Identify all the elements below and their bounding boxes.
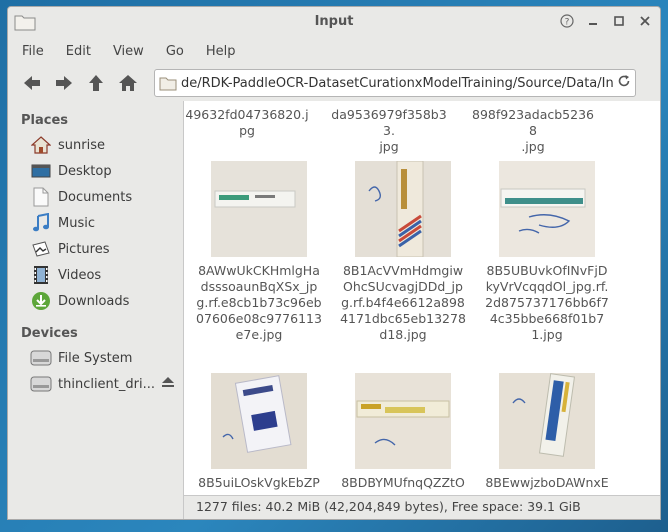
- image-thumbnail: [355, 161, 451, 257]
- up-button[interactable]: [82, 69, 110, 97]
- desktop-icon: [30, 160, 52, 182]
- sidebar-item-label: Downloads: [58, 293, 130, 309]
- reload-icon[interactable]: [613, 74, 635, 92]
- file-item[interactable]: da9536979f358b33. jpg: [326, 101, 452, 155]
- menu-edit[interactable]: Edit: [66, 44, 91, 59]
- music-icon: [30, 212, 52, 234]
- file-name: 898f923adacb52368 .jpg: [472, 107, 594, 154]
- file-name: 8AWwUkCKHmlgHadsssoaunBqXSx_jpg.rf.e8cb1…: [196, 263, 322, 342]
- file-item[interactable]: 898f923adacb52368 .jpg: [470, 101, 596, 155]
- sidebar-item-label: File System: [58, 350, 133, 366]
- videos-icon: [30, 264, 52, 286]
- file-item[interactable]: 8BEwwjzboDAWnxE: [484, 373, 610, 491]
- sidebar-item-label: Music: [58, 215, 95, 231]
- menu-help[interactable]: Help: [206, 44, 236, 59]
- menu-file[interactable]: File: [22, 44, 44, 59]
- sidebar-item-thinclient[interactable]: thinclient_dri...: [8, 371, 183, 397]
- sidebar-item-label: sunrise: [58, 137, 105, 153]
- file-name: da9536979f358b33. jpg: [331, 107, 447, 154]
- toolbar: de/RDK-PaddleOCR-DatasetCurationxModelTr…: [8, 65, 660, 101]
- home-icon: [30, 134, 52, 156]
- sidebar-item-pictures[interactable]: Pictures: [8, 236, 183, 262]
- file-name: 8B5UBUvkOfINvFjDkyVrVcqqdOl_jpg.rf.2d875…: [485, 263, 609, 342]
- image-thumbnail: [499, 373, 595, 469]
- sidebar-item-label: Videos: [58, 267, 102, 283]
- sidebar: Places sunrise Desktop Documents Music P…: [8, 101, 184, 519]
- file-item[interactable]: 8AWwUkCKHmlgHadsssoaunBqXSx_jpg.rf.e8cb1…: [196, 161, 322, 343]
- home-button[interactable]: [114, 69, 142, 97]
- sidebar-item-file-system[interactable]: File System: [8, 345, 183, 371]
- status-bar: 1277 files: 40.2 MiB (42,204,849 bytes),…: [184, 495, 660, 519]
- sidebar-item-label: thinclient_dri...: [58, 376, 155, 392]
- back-arrow-icon: [24, 76, 40, 90]
- sidebar-item-music[interactable]: Music: [8, 210, 183, 236]
- sidebar-item-documents[interactable]: Documents: [8, 184, 183, 210]
- sidebar-item-label: Documents: [58, 189, 133, 205]
- file-name: 8BEwwjzboDAWnxE: [485, 475, 609, 490]
- image-thumbnail: [211, 161, 307, 257]
- help-icon[interactable]: ?: [560, 14, 574, 28]
- home-icon: [119, 75, 137, 91]
- downloads-icon: [30, 290, 52, 312]
- drive-icon: [30, 373, 52, 395]
- file-view[interactable]: 49632fd04736820.j pg da9536979f358b33. j…: [184, 101, 660, 519]
- devices-heading: Devices: [21, 326, 78, 341]
- sidebar-item-desktop[interactable]: Desktop: [8, 158, 183, 184]
- drive-icon: [30, 347, 52, 369]
- file-manager-window: Input ? File Edit View Go Help de/RDK-Pa…: [7, 6, 661, 520]
- image-thumbnail: [355, 373, 451, 469]
- file-name: 8B1AcVVmHdmgiwOhcSUcvagjDDd_jpg.rf.b4f4e…: [340, 263, 466, 342]
- file-item[interactable]: 8B5uiLOskVgkEbZP: [196, 373, 322, 491]
- file-name: 8BDBYMUfnqQZZtO: [341, 475, 465, 490]
- places-heading: Places: [21, 113, 69, 128]
- maximize-icon[interactable]: [612, 14, 626, 28]
- main-area: Places sunrise Desktop Documents Music P…: [8, 101, 660, 519]
- up-arrow-icon: [89, 75, 103, 91]
- forward-arrow-icon: [56, 76, 72, 90]
- file-name: 8B5uiLOskVgkEbZP: [198, 475, 320, 490]
- image-thumbnail: [499, 161, 595, 257]
- image-thumbnail: [211, 373, 307, 469]
- svg-text:?: ?: [565, 18, 570, 28]
- documents-icon: [30, 186, 52, 208]
- file-item[interactable]: 8B5UBUvkOfINvFjDkyVrVcqqdOl_jpg.rf.2d875…: [484, 161, 610, 343]
- sidebar-item-label: Pictures: [58, 241, 110, 257]
- sidebar-item-videos[interactable]: Videos: [8, 262, 183, 288]
- location-bar[interactable]: de/RDK-PaddleOCR-DatasetCurationxModelTr…: [154, 69, 636, 97]
- menu-view[interactable]: View: [113, 44, 144, 59]
- title-bar[interactable]: Input ?: [8, 7, 660, 37]
- file-item[interactable]: 8BDBYMUfnqQZZtO: [340, 373, 466, 491]
- file-name: 49632fd04736820.j pg: [185, 107, 309, 138]
- minimize-icon[interactable]: [586, 14, 600, 28]
- menu-go[interactable]: Go: [166, 44, 184, 59]
- close-icon[interactable]: [638, 14, 652, 28]
- folder-icon: [159, 75, 177, 91]
- file-item[interactable]: 49632fd04736820.j pg: [184, 101, 310, 139]
- forward-button[interactable]: [50, 69, 78, 97]
- sidebar-item-label: Desktop: [58, 163, 112, 179]
- sidebar-item-sunrise[interactable]: sunrise: [8, 132, 183, 158]
- location-path[interactable]: de/RDK-PaddleOCR-DatasetCurationxModelTr…: [181, 76, 613, 91]
- icon-grid: 49632fd04736820.j pg da9536979f358b33. j…: [184, 101, 660, 495]
- eject-icon[interactable]: [161, 376, 175, 392]
- menu-bar: File Edit View Go Help: [8, 37, 660, 65]
- file-item[interactable]: 8B1AcVVmHdmgiwOhcSUcvagjDDd_jpg.rf.b4f4e…: [340, 161, 466, 343]
- sidebar-item-downloads[interactable]: Downloads: [8, 288, 183, 314]
- pictures-icon: [30, 238, 52, 260]
- back-button[interactable]: [18, 69, 46, 97]
